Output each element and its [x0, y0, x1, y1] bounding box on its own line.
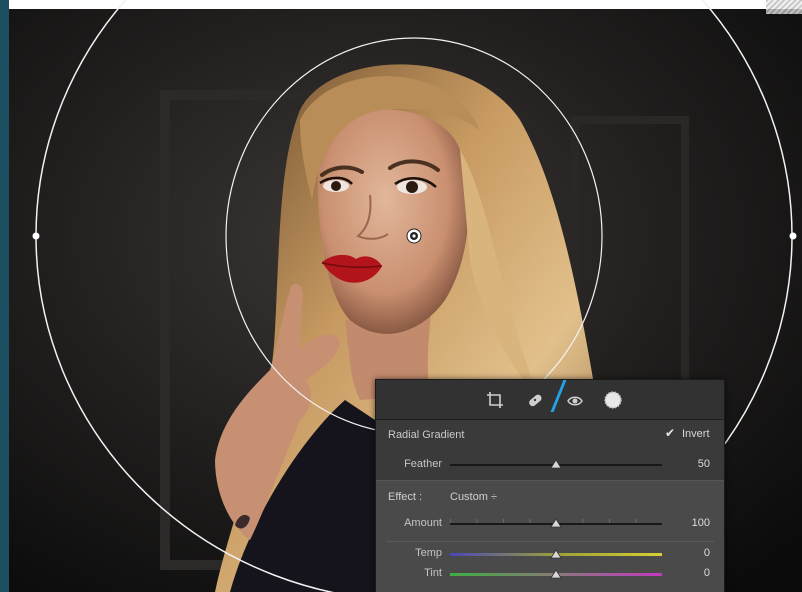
effect-section: Effect : Custom ÷ Amount 100 Temp 0 Tint… [376, 480, 724, 592]
panel-title: Radial Gradient [388, 429, 465, 441]
crop-icon[interactable] [484, 389, 506, 411]
amount-label: Amount [404, 517, 442, 529]
tint-label: Tint [424, 567, 442, 579]
temp-label: Temp [415, 547, 442, 559]
editor-canvas: Radial Gradient ✔ Invert Feather 50 Effe… [0, 0, 802, 592]
feather-value: 50 [697, 458, 710, 470]
temp-value: 0 [703, 547, 710, 559]
healing-brush-icon[interactable] [524, 389, 546, 411]
center-pin-icon[interactable] [406, 228, 422, 244]
effect-label: Effect : [388, 491, 423, 503]
invert-label: Invert [682, 428, 710, 440]
red-eye-icon[interactable] [564, 389, 586, 411]
feather-label: Feather [404, 458, 442, 470]
right-resize-handle[interactable] [789, 232, 797, 240]
tool-strip [376, 380, 724, 420]
amount-value: 100 [691, 517, 710, 529]
radial-gradient-panel: Radial Gradient ✔ Invert Feather 50 Effe… [375, 379, 725, 592]
effect-preset-dropdown[interactable]: Custom ÷ [450, 491, 497, 503]
left-resize-handle[interactable] [32, 232, 40, 240]
radial-gradient-icon[interactable] [602, 389, 624, 411]
invert-checkbox[interactable]: ✔ [665, 427, 677, 439]
section-divider [386, 541, 714, 542]
tint-value: 0 [703, 567, 710, 579]
